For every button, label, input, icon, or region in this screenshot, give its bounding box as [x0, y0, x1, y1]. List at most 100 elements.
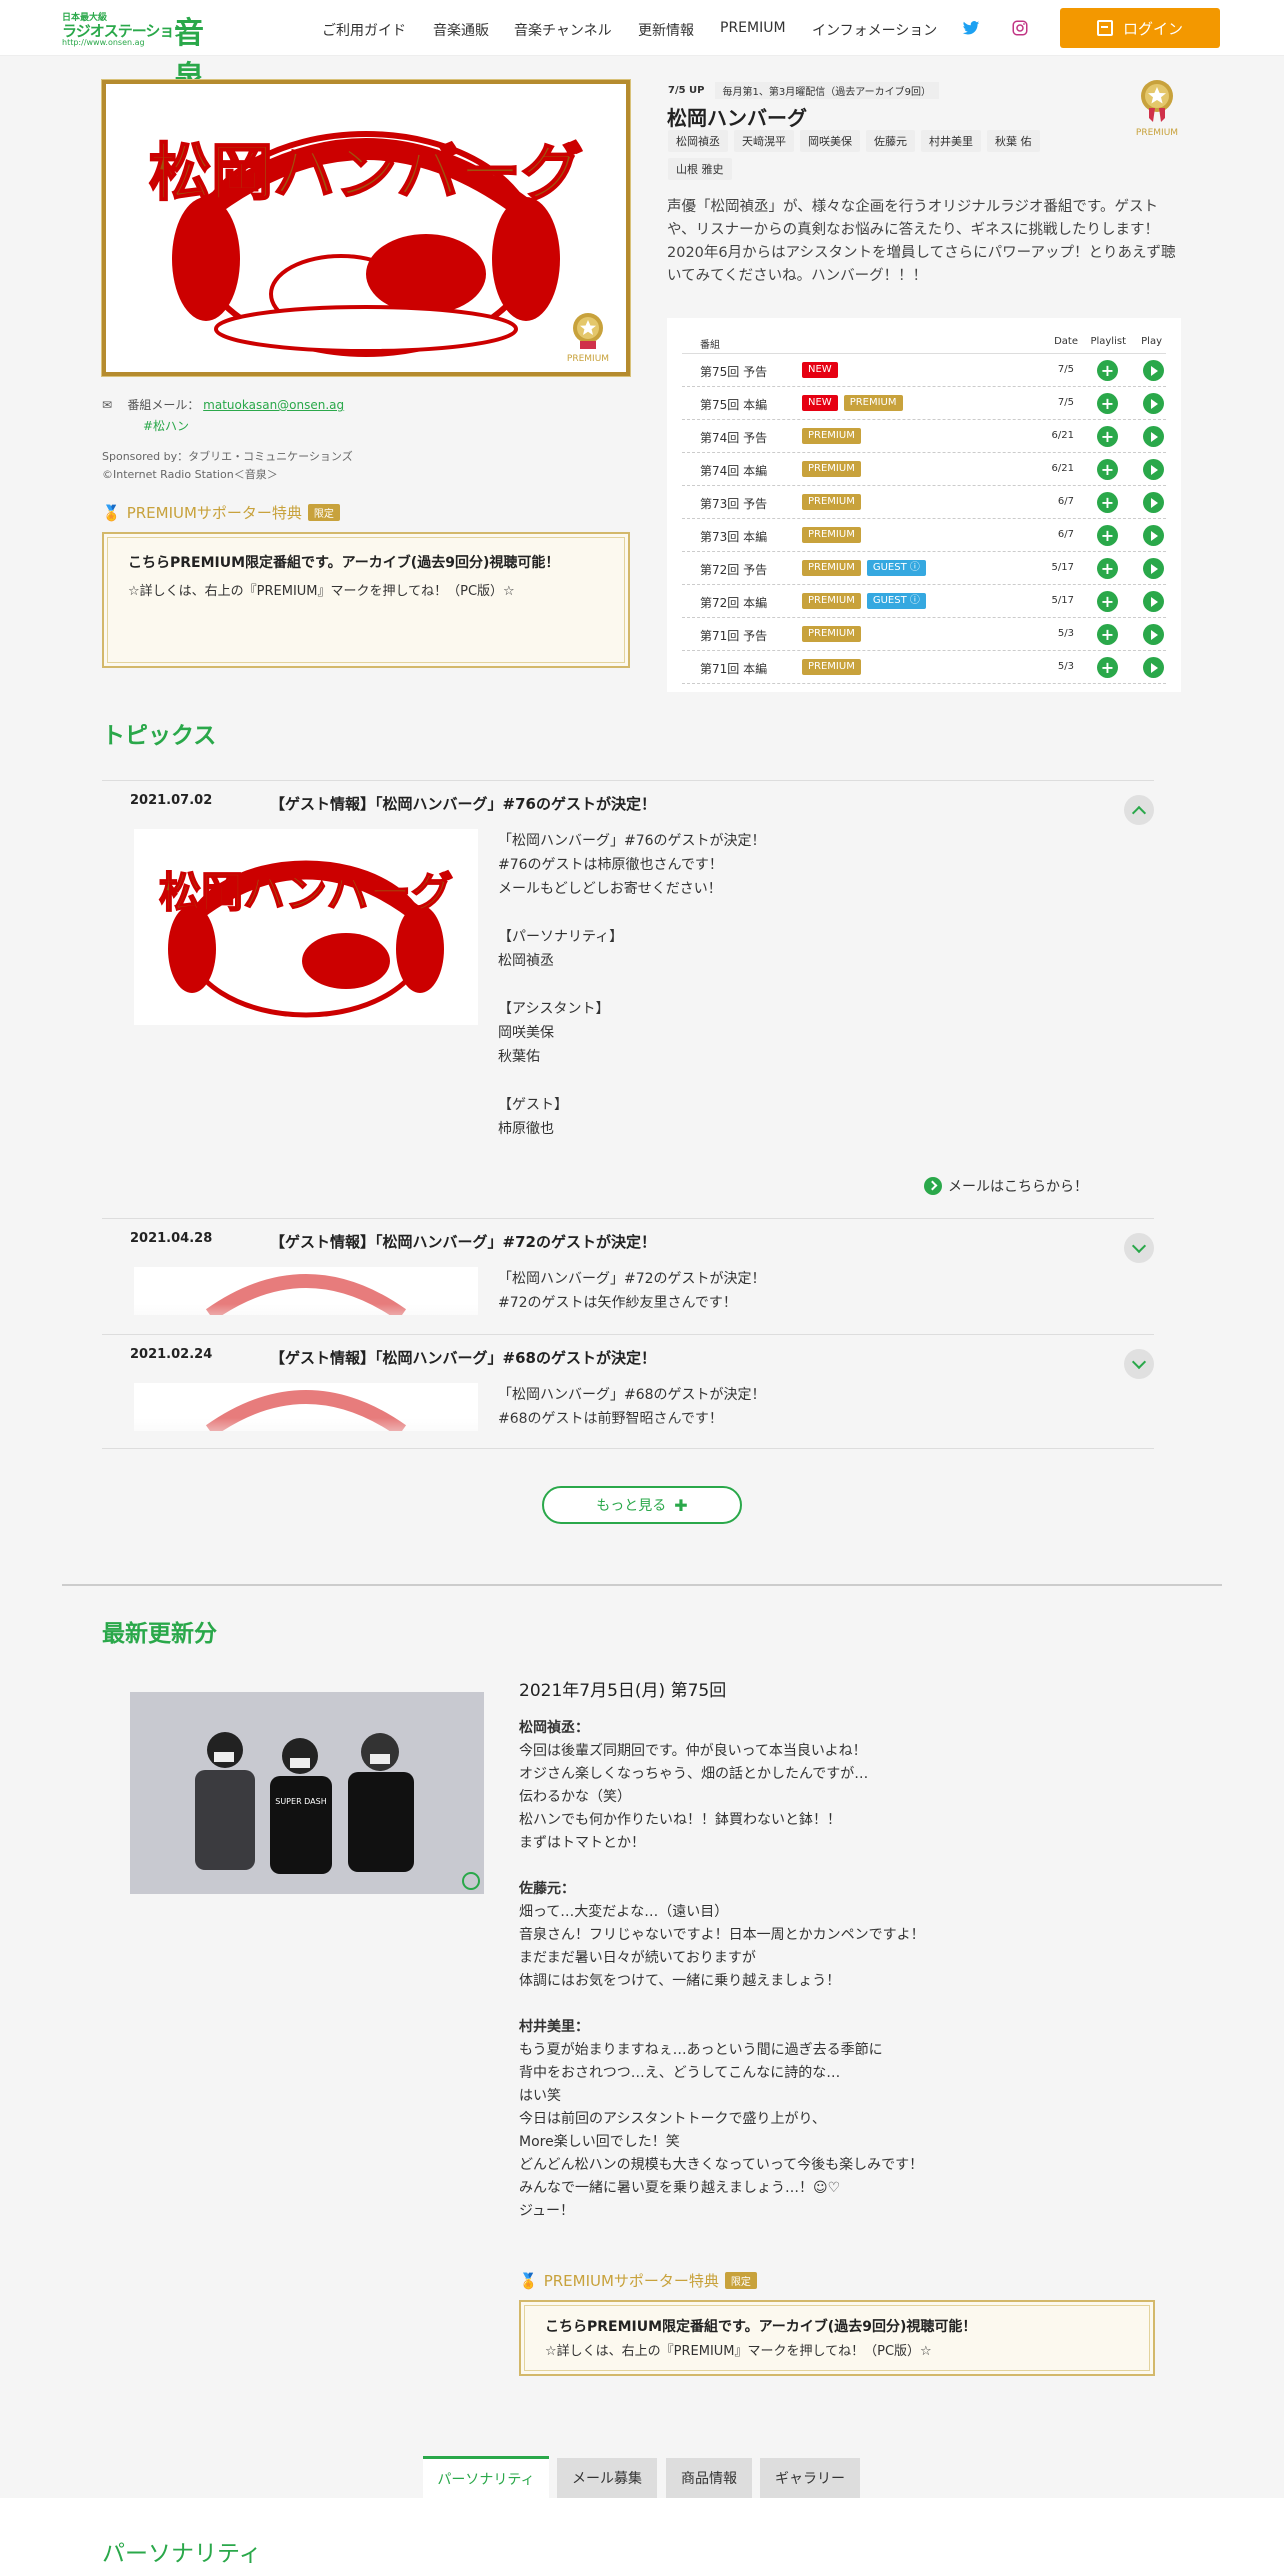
cast-tag[interactable]: 天﨑滉平	[734, 130, 794, 152]
episode-name: 第73回 予告	[700, 497, 768, 511]
episode-date: 6/7	[1057, 496, 1074, 507]
episode-tags: PREMIUM	[802, 527, 861, 543]
episode-name: 第75回 予告	[700, 365, 768, 379]
episode-row[interactable]: 第71回 予告 PREMIUM 5/3 +	[682, 618, 1166, 651]
premium-box-subtext: ☆詳しくは、右上の『PREMIUM』マークを押してね！（PC版）☆	[545, 2344, 932, 2359]
zoom-icon[interactable]	[462, 1872, 480, 1890]
cast-list: 松岡禎丞 天﨑滉平 岡咲美保 佐藤元 村井美里 秋葉 佑 山根 雅史	[668, 130, 1078, 180]
latest-date-line: 2021年7月5日(月) 第75回	[519, 1681, 727, 1701]
play-icon[interactable]	[1143, 624, 1164, 645]
episode-table: 番組 Date Playlist Play 第75回 予告 NEW 7/5 + 第75回…	[667, 318, 1181, 692]
twitter-icon[interactable]	[962, 19, 980, 37]
episode-row[interactable]: 第74回 予告 PREMIUM 6/21 +	[682, 420, 1166, 453]
nav-music-shop[interactable]: 音楽通販	[433, 20, 489, 40]
more-button[interactable]: もっと見る ✚	[542, 1486, 742, 1524]
nav-updates[interactable]: 更新情報	[638, 20, 694, 40]
cast-tag[interactable]: 山根 雅史	[668, 158, 732, 180]
topic-title[interactable]: 【ゲスト情報】「松岡ハンバーグ」#72のゲストが決定！	[270, 1231, 656, 1252]
cast-tag[interactable]: 村井美里	[921, 130, 981, 152]
episode-date: 6/21	[1051, 463, 1074, 474]
nav-guide[interactable]: ご利用ガイド	[322, 20, 406, 40]
nav-premium[interactable]: PREMIUM	[720, 20, 786, 36]
nav-music-channel[interactable]: 音楽チャンネル	[514, 20, 612, 40]
cast-tag[interactable]: 松岡禎丞	[668, 130, 728, 152]
premium-button[interactable]: PREMIUM	[1125, 78, 1189, 138]
program-mail-link[interactable]: matuokasan@onsen.ag	[203, 398, 344, 412]
episode-row[interactable]: 第75回 本編 NEW PREMIUM 7/5 +	[682, 387, 1166, 420]
instagram-icon[interactable]	[1011, 19, 1029, 37]
add-to-playlist-icon[interactable]: +	[1097, 393, 1118, 414]
play-icon[interactable]	[1143, 591, 1164, 612]
latest-photo[interactable]: SUPER DASH	[130, 1692, 484, 1894]
tab-products[interactable]: 商品情報	[666, 2458, 752, 2498]
episode-name: 第74回 本編	[700, 464, 768, 478]
premium-medal-icon	[1141, 80, 1173, 122]
play-icon[interactable]	[1143, 525, 1164, 546]
episode-row[interactable]: 第71回 本編 PREMIUM 5/3 +	[682, 651, 1166, 684]
add-to-playlist-icon[interactable]: +	[1097, 558, 1118, 579]
tab-personality[interactable]: パーソナリティ	[423, 2456, 549, 2498]
tab-gallery[interactable]: ギャラリー	[760, 2458, 860, 2498]
nav-information[interactable]: インフォメーション	[812, 20, 937, 40]
add-to-playlist-icon[interactable]: +	[1097, 591, 1118, 612]
cast-tag[interactable]: 秋葉 佑	[987, 130, 1040, 152]
topic-title[interactable]: 【ゲスト情報】「松岡ハンバーグ」#76のゲストが決定！	[270, 793, 656, 814]
episode-date: 5/3	[1057, 628, 1074, 639]
guest-tag[interactable]: GUEST ⓘ	[866, 593, 926, 609]
play-icon[interactable]	[1143, 657, 1164, 678]
play-icon[interactable]	[1143, 360, 1164, 381]
comment-author: 村井美里：	[519, 2019, 589, 2035]
schedule-label: 毎月第1、第3月曜配信（過去アーカイブ9回）	[714, 82, 939, 99]
onsen-logo[interactable]: 日本最大級 ラジオステーション http://www.onsen.ag 音泉	[62, 8, 222, 95]
add-to-playlist-icon[interactable]: +	[1097, 657, 1118, 678]
topic-expand-button[interactable]	[1124, 1349, 1154, 1379]
tab-mail[interactable]: メール募集	[557, 2458, 657, 2498]
episode-row[interactable]: 第72回 予告 PREMIUM GUEST ⓘ 5/17 +	[682, 552, 1166, 585]
topic-item: 2021.04.28 【ゲスト情報】「松岡ハンバーグ」#72のゲストが決定！ 「…	[102, 1218, 1154, 1334]
topic-collapse-button[interactable]	[1124, 795, 1154, 825]
cast-tag[interactable]: 岡咲美保	[800, 130, 860, 152]
premium-badge: PREMIUM	[564, 310, 612, 364]
premium-medal-icon: 🏅	[102, 503, 121, 522]
play-icon[interactable]	[1143, 426, 1164, 447]
program-hashtag[interactable]: #松ハン	[143, 417, 189, 434]
add-to-playlist-icon[interactable]: +	[1097, 624, 1118, 645]
mail-link-label: メールはこちらから！	[948, 1179, 1088, 1195]
topic-title[interactable]: 【ゲスト情報】「松岡ハンバーグ」#68のゲストが決定！	[270, 1347, 656, 1368]
add-to-playlist-icon[interactable]: +	[1097, 426, 1118, 447]
sponsor-info: Sponsored by：タブリエ・コミュニケーションズ ©Internet R…	[102, 448, 353, 484]
premium-tag: PREMIUM	[802, 659, 861, 675]
play-icon[interactable]	[1143, 459, 1164, 480]
update-info: 7/5 UP 毎月第1、第3月曜配信（過去アーカイブ9回）	[668, 82, 939, 99]
play-icon[interactable]	[1143, 393, 1164, 414]
add-to-playlist-icon[interactable]: +	[1097, 360, 1118, 381]
mail-envelope-icon: ✉	[102, 398, 113, 412]
episode-row[interactable]: 第73回 予告 PREMIUM 6/7 +	[682, 486, 1166, 519]
guest-tag[interactable]: GUEST ⓘ	[866, 560, 926, 576]
program-logo-text: 松岡ハンバーグ	[149, 136, 583, 209]
add-to-playlist-icon[interactable]: +	[1097, 525, 1118, 546]
episode-tags: PREMIUM GUEST ⓘ	[802, 560, 926, 576]
premium-heading-text: PREMIUMサポーター特典	[126, 504, 302, 522]
add-to-playlist-icon[interactable]: +	[1097, 459, 1118, 480]
add-to-playlist-icon[interactable]: +	[1097, 492, 1118, 513]
topic-image: 松岡ハンバーグ	[134, 829, 478, 1025]
episode-row[interactable]: 第73回 本編 PREMIUM 6/7 +	[682, 519, 1166, 552]
topic-expand-button[interactable]	[1124, 1233, 1154, 1263]
episode-row[interactable]: 第75回 予告 NEW 7/5 +	[682, 354, 1166, 387]
topic-list-end	[102, 1448, 1154, 1449]
play-icon[interactable]	[1143, 492, 1164, 513]
latest-comments: 松岡禎丞： 今回は後輩ズ同期回です。仲が良いって本当良いよね！ オジさん楽しくな…	[519, 1717, 1159, 2246]
premium-badge-label: PREMIUM	[566, 354, 610, 364]
premium-tag: PREMIUM	[802, 428, 861, 444]
cast-tag[interactable]: 佐藤元	[866, 130, 915, 152]
play-icon[interactable]	[1143, 558, 1164, 579]
episode-row[interactable]: 第74回 本編 PREMIUM 6/21 +	[682, 453, 1166, 486]
premium-section-heading: 🏅 PREMIUMサポーター特典 限定	[102, 502, 340, 523]
episode-date: 7/5	[1057, 397, 1074, 408]
comment-text: 今回は後輩ズ同期回です。仲が良いって本当良いよね！ オジさん楽しくなっちゃう、畑…	[519, 1743, 869, 1851]
mail-link[interactable]: メールはこちらから！	[924, 1176, 1088, 1196]
login-button[interactable]: ログイン	[1060, 8, 1220, 48]
premium-icon-label: PREMIUM	[1135, 128, 1179, 138]
episode-row[interactable]: 第72回 本編 PREMIUM GUEST ⓘ 5/17 +	[682, 585, 1166, 618]
